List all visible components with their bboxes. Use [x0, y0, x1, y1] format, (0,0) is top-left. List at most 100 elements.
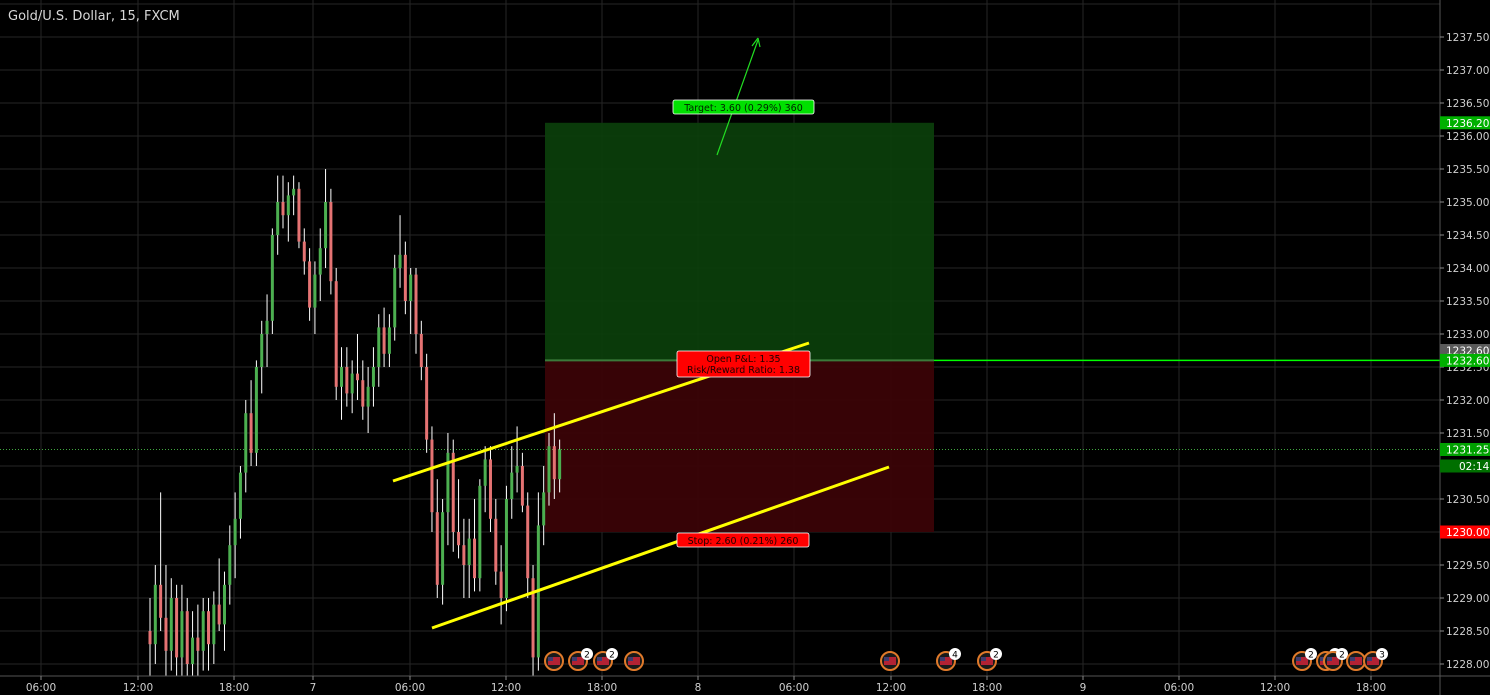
price-tick-label: 1231.50 [1446, 428, 1489, 440]
time-axis[interactable]: 06:00 12:00 18:00 7 06:00 12:00 18:00 8 06:00 12:… [0, 675, 1490, 694]
event-flag[interactable] [880, 651, 900, 671]
target-zone[interactable] [545, 122, 934, 361]
candle-body-down [281, 202, 285, 216]
candle [196, 604, 200, 676]
candle-body-up [233, 518, 237, 546]
candle-body-up [260, 334, 264, 367]
candle-body-up [244, 413, 248, 473]
candle [494, 499, 498, 585]
price-tick-label: 1237.50 [1446, 32, 1489, 44]
price-tag-target[interactable]: 1236.20 [1440, 116, 1490, 130]
event-flag[interactable] [624, 651, 644, 671]
candle-body-down [430, 439, 434, 513]
position-zones[interactable] [0, 122, 1440, 532]
candle [159, 492, 163, 631]
candle-body-down [308, 261, 312, 308]
candle-body-up [270, 235, 274, 321]
event-count-text: 2 [1339, 651, 1345, 661]
candle [419, 320, 423, 381]
candle [238, 466, 242, 539]
candle-body-down [361, 380, 365, 407]
candle [435, 479, 439, 598]
price-tick-label: 1233.00 [1446, 329, 1489, 341]
candle-body-down [164, 617, 168, 651]
candle [473, 499, 477, 592]
price-tick-label: 1233.50 [1446, 296, 1489, 308]
us-flag-canton [628, 657, 633, 661]
price-tag-label: 1230.00 [1446, 527, 1489, 539]
candle [249, 380, 253, 466]
candle-body-up [558, 449, 562, 480]
candle-body-up [169, 598, 173, 651]
us-flag-canton [548, 657, 553, 661]
candle [228, 525, 232, 605]
candle-body-down [435, 512, 439, 585]
event-flag[interactable]: 4 [936, 648, 961, 671]
candle-body-down [329, 202, 333, 282]
candle [488, 446, 492, 532]
time-tick-label: 12:00 [876, 682, 906, 694]
price-tag-label: 1236.20 [1446, 118, 1489, 130]
candle-body-up [254, 367, 258, 453]
candle-body-down [499, 571, 503, 598]
candle [441, 499, 445, 605]
candle [499, 545, 503, 625]
candle-body-up [201, 611, 205, 651]
event-flag[interactable]: 3 [1363, 648, 1388, 671]
us-flag-canton [597, 657, 602, 661]
price-axis[interactable]: 1228.00 1228.50 1229.00 1229.50 1230.50 1231.… [1439, 0, 1490, 695]
candle [467, 518, 471, 598]
event-flag[interactable]: 2 [977, 648, 1002, 671]
price-tag-current[interactable]: 1231.25 [1440, 443, 1490, 457]
candle-body-down [382, 327, 386, 354]
candle [403, 241, 407, 315]
candle-body-up [441, 512, 445, 585]
time-tick-label: 06:00 [395, 682, 425, 694]
economic-events[interactable]: 22422223 [544, 648, 1388, 671]
candle-body-down [531, 578, 535, 658]
stop-label-text: Stop: 2.60 (0.21%) 260 [688, 536, 799, 547]
price-tag-label: 1232.60 [1446, 355, 1489, 367]
event-flag[interactable] [1346, 651, 1366, 671]
us-flag-canton [884, 657, 889, 661]
candle-body-up [504, 499, 508, 598]
price-tag-stop[interactable]: 1230.00 [1440, 525, 1490, 540]
candle-body-up [340, 367, 344, 387]
candle [217, 558, 221, 631]
candle-body-down [334, 281, 338, 387]
candle-body-down [451, 452, 455, 532]
event-count-text: 2 [993, 651, 999, 661]
candle [387, 314, 391, 367]
event-count-text: 4 [952, 651, 958, 661]
event-flag[interactable]: 2 [593, 648, 618, 671]
candle [457, 479, 461, 559]
price-tag-entry[interactable]: 1232.60 [1440, 353, 1490, 368]
event-flag[interactable] [544, 651, 564, 671]
candle-body-down [207, 611, 211, 645]
candle [430, 426, 434, 532]
candle-body-up [286, 195, 290, 216]
price-tag-countdown[interactable]: 02:14 [1440, 459, 1490, 474]
event-flag[interactable]: 2 [568, 648, 593, 671]
candle-body-up [318, 248, 322, 275]
candle [297, 182, 301, 249]
candle [281, 175, 285, 229]
price-chart[interactable]: Target: 3.60 (0.29%) 360 Open P&L: 1.35Ri… [0, 0, 1490, 695]
candle-body-up [191, 637, 195, 664]
time-tick-label: 06:00 [779, 682, 809, 694]
candle [164, 565, 168, 676]
event-flag[interactable]: 2 [1292, 648, 1317, 671]
candle-body-up [350, 373, 354, 394]
candle [276, 175, 280, 255]
candle-body-down [185, 611, 189, 664]
stop-zone[interactable] [545, 360, 934, 532]
candle-body-up [212, 604, 216, 645]
candle [536, 492, 540, 671]
candle [414, 268, 418, 354]
candle [446, 433, 450, 546]
price-tick-label: 1228.00 [1446, 659, 1489, 671]
candle [292, 175, 296, 216]
candle [329, 188, 333, 295]
candle-body-up [228, 545, 232, 585]
candle-body-down [552, 446, 556, 480]
